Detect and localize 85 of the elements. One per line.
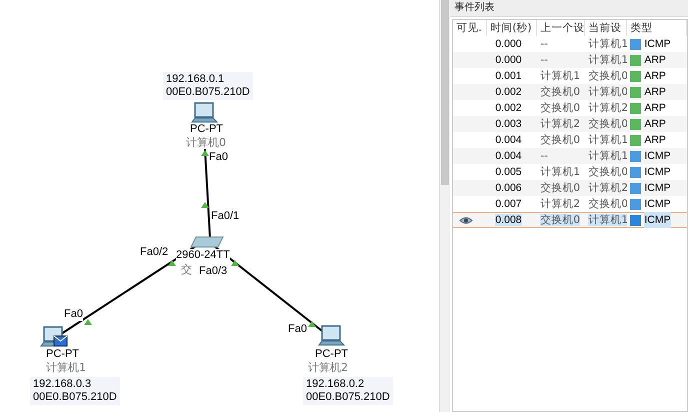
device-cell: 交换机0 (540, 86, 580, 98)
packet-type: ICMP (644, 37, 671, 52)
device-cell: 交换机0 (540, 102, 580, 114)
device-cell: 计算机1 (588, 134, 628, 146)
event-row[interactable]: 0.003 计算机2 交换机0 ARP (453, 116, 687, 132)
event-row[interactable]: 0.004 -- 计算机1 ICMP (453, 148, 687, 164)
eye-icon[interactable] (459, 216, 474, 224)
device-cell: 计算机2 (588, 182, 628, 194)
event-time: 0.006 (495, 182, 522, 194)
device-cell: -- (540, 150, 548, 162)
packet-type: ICMP (644, 181, 671, 196)
event-row[interactable]: 0.008 交换机0 计算机1 ICMP (453, 212, 687, 228)
event-row[interactable]: 0.000 -- 计算机1 ICMP (453, 36, 687, 52)
device-cell: 交换机0 (540, 134, 580, 146)
event-time: 0.004 (495, 134, 522, 146)
address-label: 192.168.0.1 00E0.B075.210D (163, 72, 253, 100)
column-header[interactable]: 类型 (627, 20, 687, 36)
device-cell: 交换机0 (588, 70, 628, 82)
column-header[interactable]: 上一个设 (537, 20, 586, 36)
arrow-icon (231, 260, 239, 266)
packet-type: ARP (644, 69, 666, 84)
event-time: 0.008 (495, 214, 522, 226)
port-label: Fa0 (64, 308, 83, 321)
device-name: 计算机1 (46, 361, 86, 374)
event-row[interactable]: 0.007 计算机2 交换机0 ICMP (453, 196, 687, 212)
event-time: 0.005 (495, 166, 522, 178)
device-cell: -- (540, 54, 548, 66)
device-cell: -- (540, 38, 548, 50)
address-label: 192.168.0.2 00E0.B075.210D (303, 377, 393, 405)
event-time: 0.000 (495, 38, 522, 50)
event-time: 0.004 (495, 150, 522, 162)
device-cell: 计算机0 (588, 86, 628, 98)
scrollbar-thumb[interactable] (441, 0, 450, 185)
device-name: 计算机0 (186, 136, 226, 149)
device-cell: 计算机2 (540, 198, 580, 210)
event-time: 0.001 (495, 70, 522, 82)
packet-type: ICMP (644, 212, 671, 228)
address-label: 192.168.0.3 00E0.B075.210D (30, 377, 120, 405)
device-cell: 计算机1 (588, 150, 628, 162)
packet-type: ICMP (644, 165, 671, 180)
device-cell: 计算机1 (540, 70, 580, 82)
device-cell: 交换机0 (540, 214, 580, 226)
event-time: 0.002 (495, 86, 522, 98)
packet-type: ARP (644, 53, 666, 68)
event-row[interactable]: 0.002 交换机0 计算机0 ARP (453, 84, 687, 100)
column-header[interactable]: 可见. (453, 20, 488, 36)
device-cell: 交换机0 (588, 166, 628, 178)
device-cell: 计算机2 (588, 102, 628, 114)
column-header[interactable]: 当前设 (585, 20, 628, 36)
device-cell: 计算机1 (540, 166, 580, 178)
event-row[interactable]: 0.002 交换机0 计算机2 ARP (453, 100, 687, 116)
event-time: 0.000 (495, 54, 522, 66)
packet-type: ARP (644, 117, 666, 132)
event-row[interactable]: 0.005 计算机1 交换机0 ICMP (453, 164, 687, 180)
event-row[interactable]: 0.004 交换机0 计算机1 ARP (453, 132, 687, 148)
arrow-icon (308, 321, 316, 327)
packet-type: ICMP (644, 197, 671, 212)
packet-type: ARP (644, 85, 666, 100)
panel-title: 事件列表 (450, 0, 688, 17)
event-time: 0.003 (495, 118, 522, 130)
column-header[interactable]: 时间(秒) (487, 20, 538, 36)
device-name: 计算机2 (308, 361, 348, 374)
packet-type: ARP (644, 101, 666, 116)
arrow-icon (168, 260, 176, 266)
device-cell: 计算机1 (588, 38, 628, 50)
arrow-icon (201, 150, 209, 156)
packet-type: ICMP (644, 149, 671, 164)
device-model: PC-PT (190, 123, 223, 136)
device-cell: 计算机1 (588, 214, 628, 226)
arrow-icon (84, 319, 92, 325)
arrow-icon (201, 202, 209, 208)
device-cell: 交换机0 (588, 198, 628, 210)
device-cell: 计算机2 (540, 118, 580, 130)
event-row[interactable]: 0.006 交换机0 计算机2 ICMP (453, 180, 687, 196)
device-cell: 交换机0 (540, 182, 580, 194)
event-row[interactable]: 0.000 -- 计算机1 ARP (453, 52, 687, 68)
packet-type: ARP (644, 133, 666, 148)
device-model: 2960-24TT (176, 249, 230, 262)
device-cell: 计算机1 (588, 54, 628, 66)
device-cell: 交换机0 (588, 118, 628, 130)
device-name: 交 (181, 263, 192, 276)
event-time: 0.002 (495, 102, 522, 114)
event-time: 0.007 (495, 198, 522, 210)
event-row[interactable]: 0.001 计算机1 交换机0 ARP (453, 68, 687, 84)
switch-icon[interactable] (190, 236, 224, 248)
